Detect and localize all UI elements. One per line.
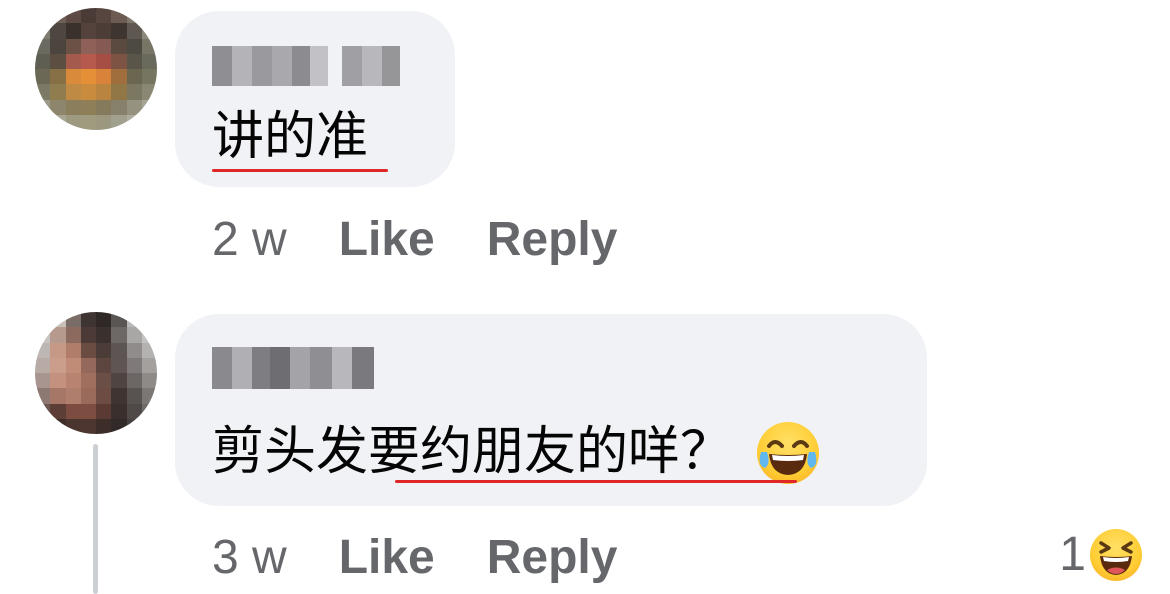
like-button[interactable]: Like xyxy=(339,212,435,267)
reaction-summary[interactable]: 1 xyxy=(1059,527,1142,582)
tears-of-joy-emoji-icon xyxy=(756,422,819,484)
comment-actions: 2 w Like Reply xyxy=(212,212,669,267)
thread-line xyxy=(93,444,98,594)
comment-text: 讲的准 xyxy=(212,107,369,167)
comment-timestamp[interactable]: 2 w xyxy=(212,212,287,267)
like-button[interactable]: Like xyxy=(339,530,435,585)
comment-timestamp[interactable]: 3 w xyxy=(212,530,287,585)
commenter-name-blurred[interactable] xyxy=(212,347,374,389)
spellcheck-underline xyxy=(212,169,388,172)
avatar[interactable] xyxy=(35,312,157,434)
commenter-name-blurred[interactable] xyxy=(212,46,418,86)
comment-text-content: 剪头发要约朋友的咩？ xyxy=(212,422,733,482)
avatar[interactable] xyxy=(35,8,157,130)
comment-bubble: 讲的准 xyxy=(175,11,455,187)
reaction-count: 1 xyxy=(1059,528,1086,581)
reply-button[interactable]: Reply xyxy=(487,212,618,267)
laughing-emoji-icon xyxy=(1090,528,1142,581)
comment-actions: 3 w Like Reply xyxy=(212,530,669,585)
comment-text: 剪头发要约朋友的咩？ xyxy=(212,422,819,486)
reply-button[interactable]: Reply xyxy=(487,530,618,585)
spellcheck-underline xyxy=(395,480,797,483)
comment-bubble: 剪头发要约朋友的咩？ xyxy=(175,314,927,506)
